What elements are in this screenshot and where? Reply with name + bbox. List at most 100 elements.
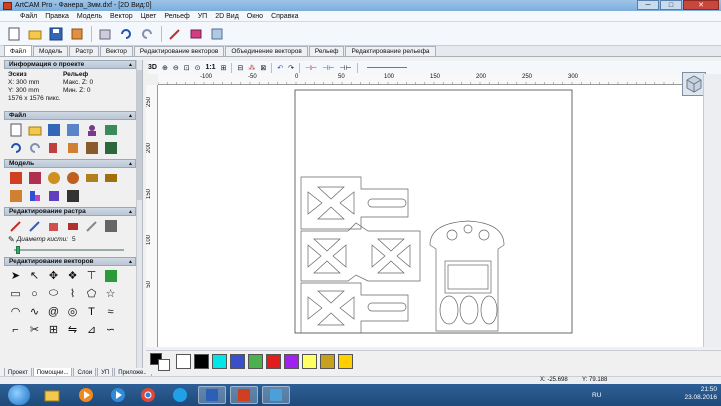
artcam-taskbar-icon[interactable] — [230, 386, 258, 404]
brush-diameter-slider[interactable] — [14, 246, 124, 254]
grid-icon[interactable] — [103, 140, 118, 155]
model-rotate-icon[interactable] — [8, 188, 23, 203]
pencil-icon[interactable] — [8, 218, 23, 233]
wave-icon[interactable]: ≈ — [103, 304, 118, 319]
menu-edit[interactable]: Правка — [41, 13, 73, 20]
palette-swatch-gold[interactable] — [320, 354, 335, 369]
menu-vector[interactable]: Вектор — [106, 13, 137, 20]
vector-edit-header[interactable]: Редактирование векторов ▲ — [4, 257, 136, 266]
smooth-icon[interactable]: ∽ — [103, 322, 118, 337]
model-3d-icon[interactable] — [27, 188, 42, 203]
file-section-header[interactable]: Файл ▲ — [4, 111, 136, 120]
media-player-taskbar-icon[interactable] — [72, 386, 100, 404]
tab-model[interactable]: Модель — [32, 46, 69, 56]
polyline-icon[interactable]: ⌇ — [65, 286, 80, 301]
collapse-icon[interactable]: ▲ — [128, 113, 135, 119]
palette-swatch-purple[interactable] — [284, 354, 299, 369]
snap-icon[interactable]: ⊟ — [237, 64, 243, 72]
model-icon[interactable] — [97, 26, 113, 42]
grid-toggle-icon[interactable]: ⊠ — [260, 64, 266, 72]
save-as-icon[interactable] — [65, 122, 80, 137]
save-icon[interactable] — [46, 122, 61, 137]
relief-icon[interactable] — [84, 140, 99, 155]
measure-icon[interactable]: ⊿ — [84, 322, 99, 337]
wmp-taskbar-icon[interactable] — [104, 386, 132, 404]
guide-red-icon[interactable]: ⊣⊢ — [305, 64, 317, 72]
tab-vector[interactable]: Вектор — [99, 46, 133, 56]
menu-help[interactable]: Справка — [267, 13, 302, 20]
menu-toolpaths[interactable]: УП — [194, 13, 211, 20]
explorer-taskbar-icon[interactable] — [38, 386, 66, 404]
collapse-icon[interactable]: ▲ — [128, 161, 135, 167]
open-folder-icon[interactable] — [27, 26, 43, 42]
paste-icon[interactable] — [65, 140, 80, 155]
node-edit-icon[interactable]: ↖ — [27, 268, 42, 283]
model-setup-icon[interactable] — [8, 170, 23, 185]
palette-swatch-black[interactable] — [194, 354, 209, 369]
raster-edit-header[interactable]: Редактирование растра ▲ — [4, 207, 136, 216]
save-icon[interactable] — [48, 26, 64, 42]
redo-view-icon[interactable]: ↷ — [288, 64, 294, 72]
trim-icon[interactable]: ✂ — [27, 322, 42, 337]
tab-raster[interactable]: Растр — [69, 46, 99, 56]
nest-icon[interactable] — [103, 268, 118, 283]
spiral-icon[interactable]: @ — [46, 304, 61, 319]
ellipse-icon[interactable]: ⬭ — [46, 286, 61, 301]
chrome-taskbar-icon[interactable] — [134, 386, 162, 404]
tab-file[interactable]: Файл — [4, 45, 32, 56]
mirror-icon[interactable]: ⇋ — [65, 322, 80, 337]
current-color-swatch[interactable] — [150, 353, 170, 371]
photo-icon[interactable] — [103, 122, 118, 137]
text-icon[interactable]: T — [84, 304, 99, 319]
palette-swatch-red[interactable] — [266, 354, 281, 369]
panel-scrollbar[interactable] — [136, 60, 142, 368]
canvas-vertical-scrollbar[interactable] — [703, 74, 721, 347]
fit-view-icon[interactable]: ⊞ — [221, 64, 227, 72]
undo-icon[interactable] — [118, 26, 134, 42]
magic-wand-icon[interactable] — [167, 26, 183, 42]
line-style-selector[interactable] — [366, 67, 407, 68]
close-button[interactable]: ✕ — [683, 0, 719, 10]
group-icon[interactable]: ❖ — [65, 268, 80, 283]
zoom-previous-icon[interactable]: ⊙ — [195, 64, 201, 72]
palette-swatch-cyan[interactable] — [212, 354, 227, 369]
star-icon[interactable]: ☆ — [103, 286, 118, 301]
fillet-icon[interactable]: ⌐ — [8, 322, 23, 337]
menu-file[interactable]: Файл — [16, 13, 41, 20]
tab-vector-merge[interactable]: Объединение векторов — [225, 46, 308, 56]
palette-swatch-amber[interactable] — [338, 354, 353, 369]
brush-icon[interactable] — [27, 218, 42, 233]
maximize-button[interactable]: □ — [660, 0, 682, 10]
word-taskbar-icon[interactable] — [198, 386, 226, 404]
redo-icon[interactable] — [139, 26, 155, 42]
system-clock[interactable]: 21:50 23.08.2016 — [684, 386, 717, 402]
3d-view-button[interactable]: 3D — [148, 64, 157, 71]
collapse-icon[interactable]: ▲ — [128, 62, 135, 68]
copy-icon[interactable] — [46, 140, 61, 155]
user-icon[interactable] — [84, 122, 99, 137]
bezier-icon[interactable]: ∿ — [27, 304, 42, 319]
circle-icon[interactable]: ○ — [27, 286, 42, 301]
rectangle-icon[interactable]: ▭ — [8, 286, 23, 301]
fill-icon[interactable] — [46, 218, 61, 233]
guide-dark-icon[interactable]: ⊣⊢ — [339, 64, 351, 72]
zoom-1-1-button[interactable]: 1:1 — [205, 64, 215, 71]
model-layers-icon[interactable] — [65, 188, 80, 203]
export-icon[interactable] — [209, 26, 225, 42]
import-icon[interactable] — [69, 26, 85, 42]
open-folder-icon[interactable] — [27, 122, 42, 137]
minimize-button[interactable]: ─ — [637, 0, 659, 10]
collapse-icon[interactable]: ▲ — [128, 209, 135, 215]
drawing-canvas[interactable] — [158, 85, 703, 347]
pen-icon[interactable] — [84, 218, 99, 233]
new-file-icon[interactable] — [6, 26, 22, 42]
model-scale-icon[interactable] — [103, 170, 118, 185]
gradient-icon[interactable] — [103, 218, 118, 233]
undo-icon[interactable] — [8, 140, 23, 155]
skype-taskbar-icon[interactable] — [166, 386, 194, 404]
model-section-header[interactable]: Модель ▲ — [4, 159, 136, 168]
join-icon[interactable]: ⊞ — [46, 322, 61, 337]
palette-swatch-green[interactable] — [248, 354, 263, 369]
tab-relief[interactable]: Рельеф — [308, 46, 345, 56]
palette-swatch-blue[interactable] — [230, 354, 245, 369]
